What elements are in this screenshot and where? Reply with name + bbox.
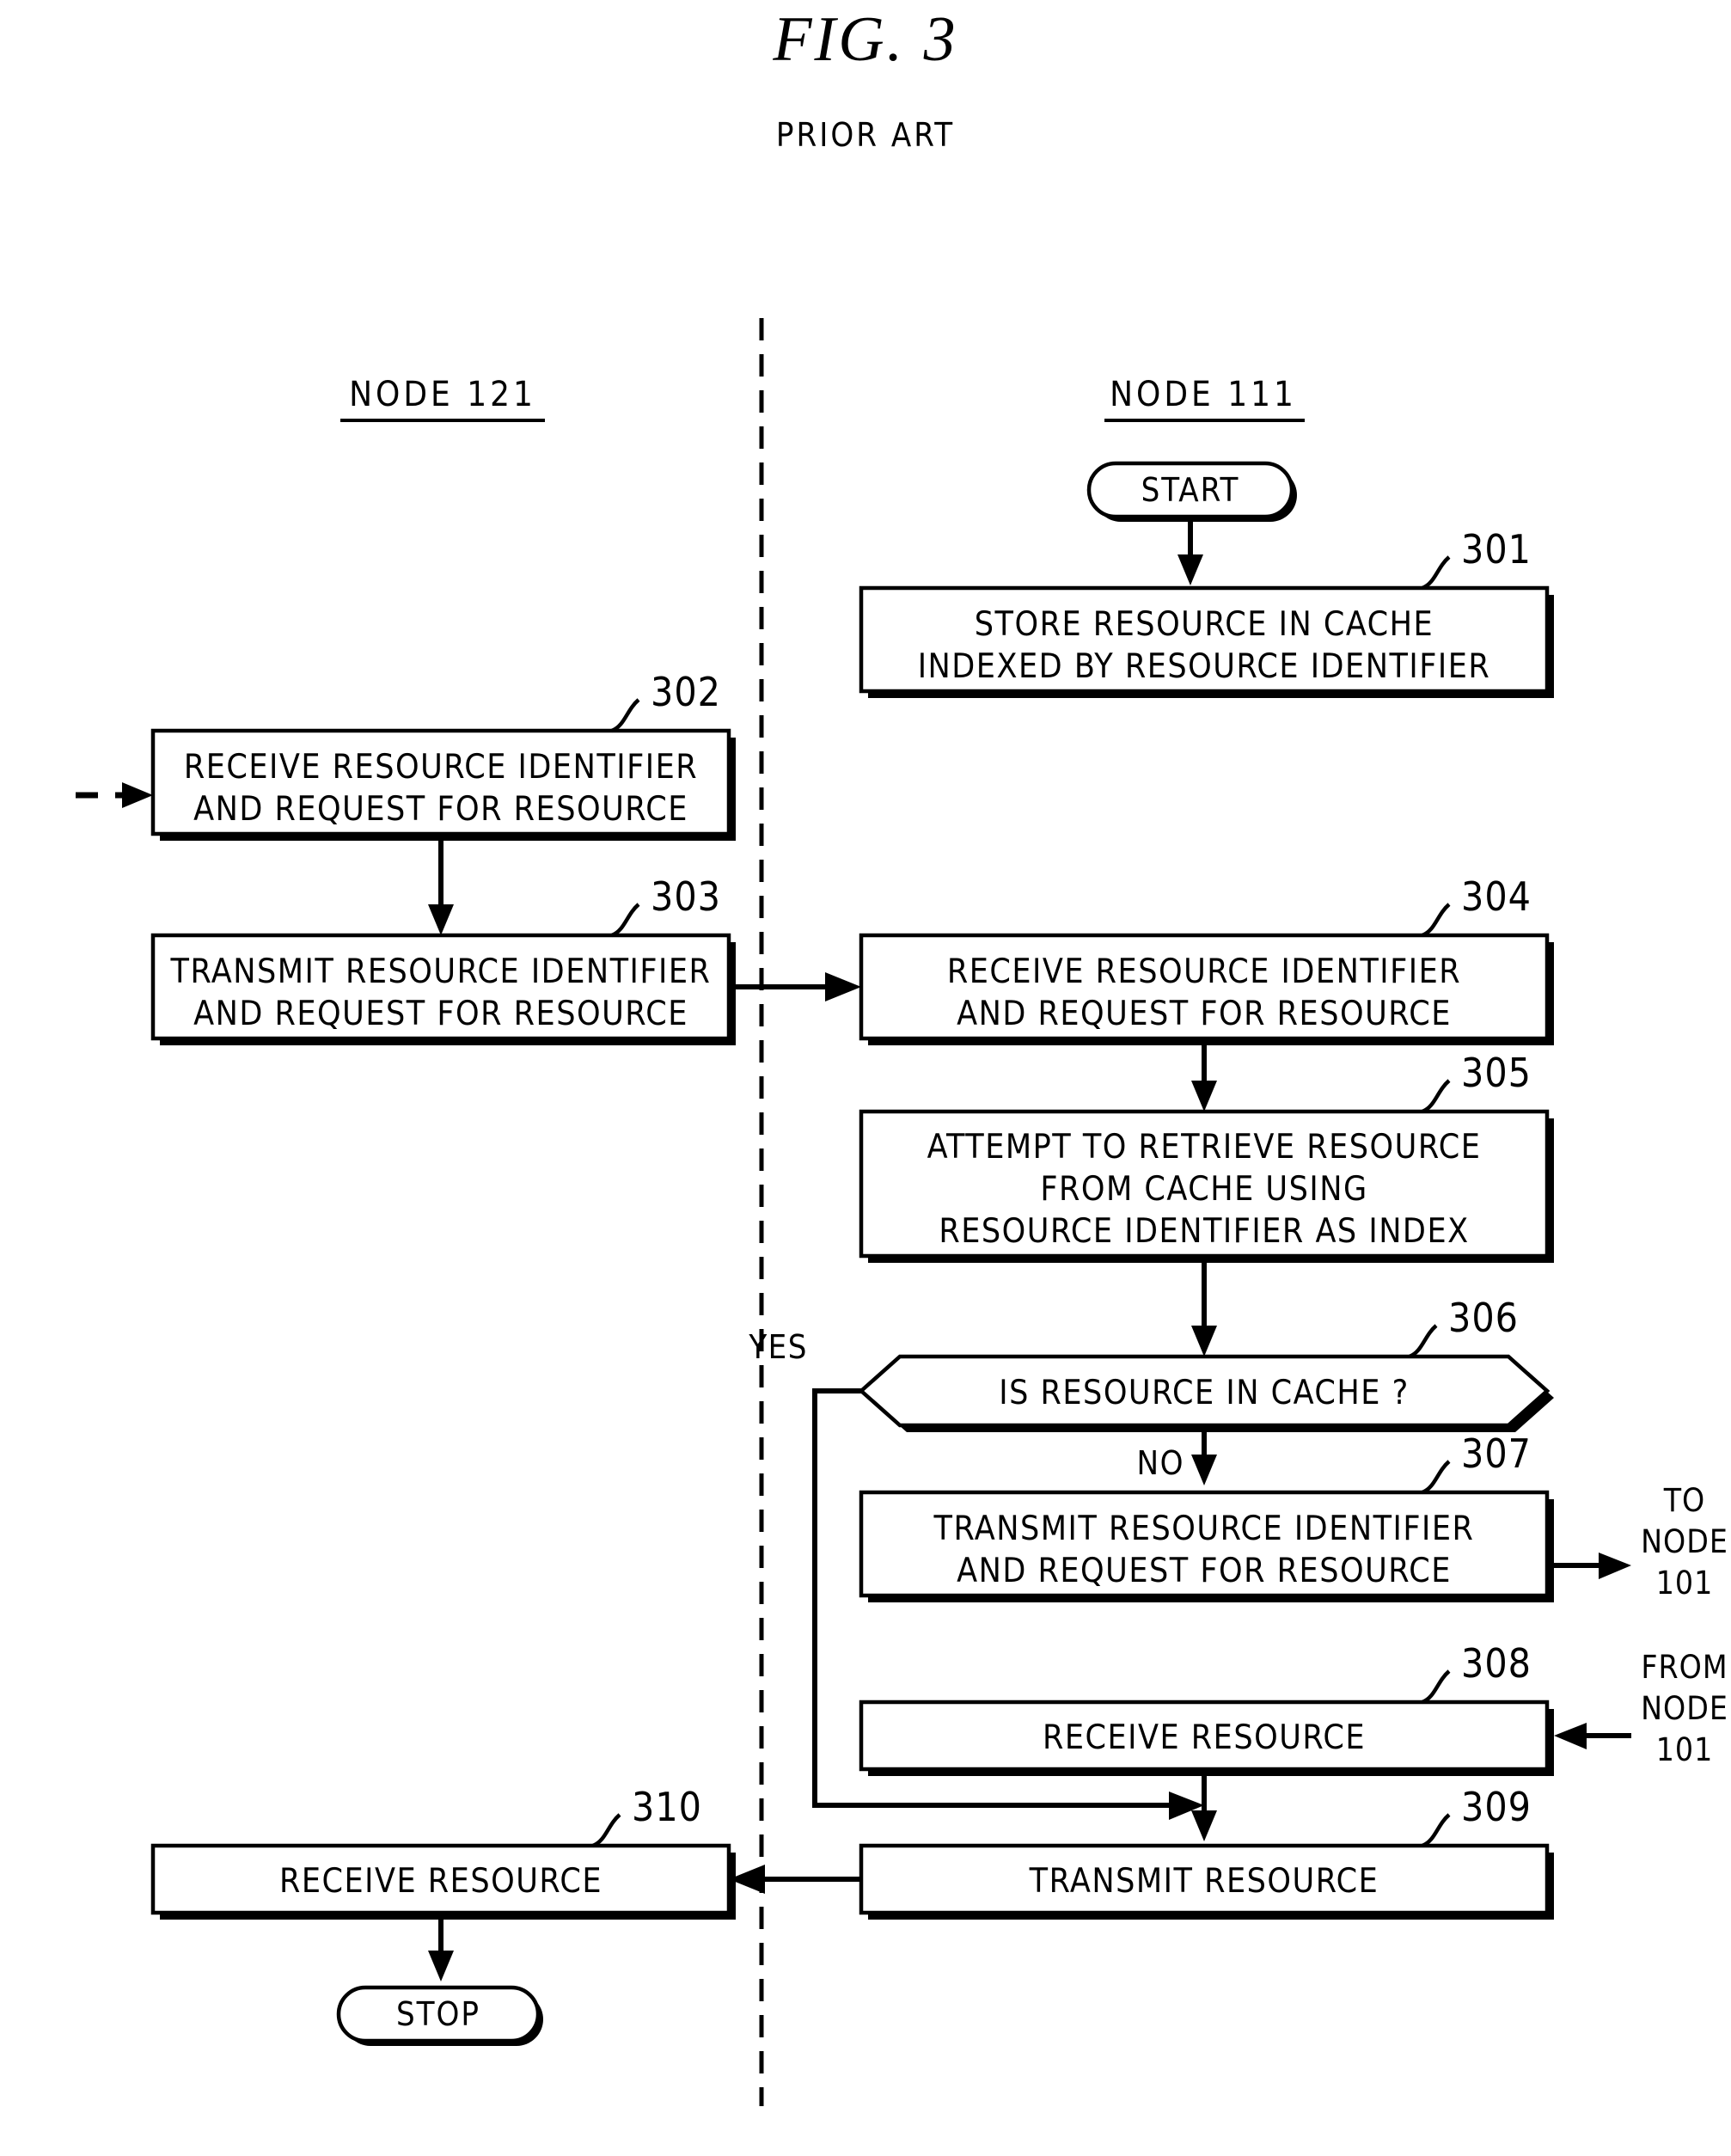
off-page-to-line-3: 101 <box>1656 1565 1714 1602</box>
ref-number-302: 302 <box>651 669 721 715</box>
connector-start-to-301 <box>1177 517 1203 585</box>
process-box-301: STORE RESOURCE IN CACHE INDEXED BY RESOU… <box>859 585 1554 698</box>
process-box-302-line-1: RECEIVE RESOURCE IDENTIFIER <box>184 748 698 787</box>
column-header-left-label: NODE 121 <box>349 375 536 414</box>
off-page-from-line-2: NODE <box>1641 1690 1728 1727</box>
process-box-310-label: RECEIVE RESOURCE <box>279 1862 602 1901</box>
off-page-target-node-101: TO NODE 101 <box>1641 1482 1728 1602</box>
ref-callout-308: 308 <box>1421 1640 1532 1705</box>
connector-310-to-stop <box>428 1913 454 1981</box>
connector-309-to-310 <box>729 1865 861 1894</box>
connector-304-to-305 <box>1191 1038 1217 1112</box>
decision-box-306: IS RESOURCE IN CACHE ? <box>858 1354 1554 1432</box>
off-page-to-line-1: TO <box>1663 1482 1706 1519</box>
patent-figure: FIG. 3 PRIOR ART NODE 121 NODE 111 START… <box>0 0 1731 2156</box>
ref-callout-304: 304 <box>1421 873 1532 938</box>
process-box-305-line-1: ATTEMPT TO RETRIEVE RESOURCE <box>927 1128 1482 1167</box>
connector-305-to-306 <box>1191 1256 1217 1357</box>
edge-label-yes: YES <box>748 1328 808 1366</box>
process-box-302: RECEIVE RESOURCE IDENTIFIER AND REQUEST … <box>150 728 736 841</box>
edge-label-no: NO <box>1137 1444 1184 1482</box>
terminal-stop: STOP <box>336 1985 543 2046</box>
ref-callout-302: 302 <box>610 669 721 733</box>
process-box-307-line-2: AND REQUEST FOR RESOURCE <box>957 1552 1452 1590</box>
connector-external-input-to-302 <box>76 782 153 808</box>
process-box-310: RECEIVE RESOURCE <box>150 1843 736 1920</box>
process-box-304-line-1: RECEIVE RESOURCE IDENTIFIER <box>947 952 1461 991</box>
connector-303-to-304 <box>736 972 861 1001</box>
process-box-301-line-1: STORE RESOURCE IN CACHE <box>975 605 1434 644</box>
process-box-303: TRANSMIT RESOURCE IDENTIFIER AND REQUEST… <box>150 933 736 1045</box>
ref-number-301: 301 <box>1461 526 1532 573</box>
process-box-301-line-2: INDEXED BY RESOURCE IDENTIFIER <box>918 647 1491 686</box>
figure-title: FIG. 3 <box>772 4 957 75</box>
ref-number-307: 307 <box>1461 1430 1532 1477</box>
ref-number-303: 303 <box>651 873 721 920</box>
off-page-source-node-101: FROM NODE 101 <box>1641 1649 1728 1768</box>
decision-box-306-label: IS RESOURCE IN CACHE ? <box>999 1374 1410 1412</box>
ref-callout-307: 307 <box>1421 1430 1532 1495</box>
off-page-from-line-1: FROM <box>1641 1649 1728 1686</box>
connector-node-101-to-308 <box>1554 1723 1631 1749</box>
process-box-304: RECEIVE RESOURCE IDENTIFIER AND REQUEST … <box>859 933 1554 1045</box>
terminal-start: START <box>1086 461 1297 522</box>
process-box-303-line-1: TRANSMIT RESOURCE IDENTIFIER <box>170 952 712 991</box>
process-box-308: RECEIVE RESOURCE <box>859 1700 1554 1776</box>
off-page-from-line-3: 101 <box>1656 1731 1714 1768</box>
process-box-304-line-2: AND REQUEST FOR RESOURCE <box>957 995 1452 1033</box>
column-header-right-label: NODE 111 <box>1110 375 1297 414</box>
process-box-307-line-1: TRANSMIT RESOURCE IDENTIFIER <box>933 1510 1475 1548</box>
flowchart-canvas: FIG. 3 PRIOR ART NODE 121 NODE 111 START… <box>76 4 1728 2106</box>
off-page-to-line-2: NODE <box>1641 1523 1728 1560</box>
ref-callout-301: 301 <box>1421 526 1532 591</box>
ref-number-310: 310 <box>632 1784 702 1830</box>
connector-302-to-303 <box>428 834 454 935</box>
process-box-309-label: TRANSMIT RESOURCE <box>1029 1862 1379 1901</box>
column-header-node-111: NODE 111 <box>1104 375 1305 422</box>
process-box-305-line-2: FROM CACHE USING <box>1040 1170 1367 1209</box>
process-box-305: ATTEMPT TO RETRIEVE RESOURCE FROM CACHE … <box>859 1109 1554 1263</box>
process-box-303-line-2: AND REQUEST FOR RESOURCE <box>193 995 688 1033</box>
ref-callout-306: 306 <box>1408 1295 1519 1359</box>
connector-307-to-node-101 <box>1554 1553 1631 1579</box>
process-box-308-label: RECEIVE RESOURCE <box>1043 1718 1366 1757</box>
ref-callout-310: 310 <box>591 1784 702 1848</box>
ref-number-306: 306 <box>1448 1295 1519 1341</box>
ref-callout-309: 309 <box>1421 1784 1532 1848</box>
terminal-stop-label: STOP <box>396 1995 480 2033</box>
figure-subtitle: PRIOR ART <box>776 116 955 154</box>
process-box-307: TRANSMIT RESOURCE IDENTIFIER AND REQUEST… <box>859 1490 1554 1602</box>
connector-306-no-to-307 <box>1191 1425 1217 1485</box>
terminal-start-label: START <box>1141 471 1240 509</box>
ref-number-304: 304 <box>1461 873 1532 920</box>
ref-callout-303: 303 <box>610 873 721 938</box>
process-box-305-line-3: RESOURCE IDENTIFIER AS INDEX <box>939 1212 1469 1251</box>
process-box-302-line-2: AND REQUEST FOR RESOURCE <box>193 790 688 829</box>
ref-number-309: 309 <box>1461 1784 1532 1830</box>
column-header-node-121: NODE 121 <box>340 375 545 422</box>
ref-number-308: 308 <box>1461 1640 1532 1687</box>
process-box-309: TRANSMIT RESOURCE <box>859 1843 1554 1920</box>
ref-number-305: 305 <box>1461 1050 1532 1096</box>
ref-callout-305: 305 <box>1421 1050 1532 1114</box>
